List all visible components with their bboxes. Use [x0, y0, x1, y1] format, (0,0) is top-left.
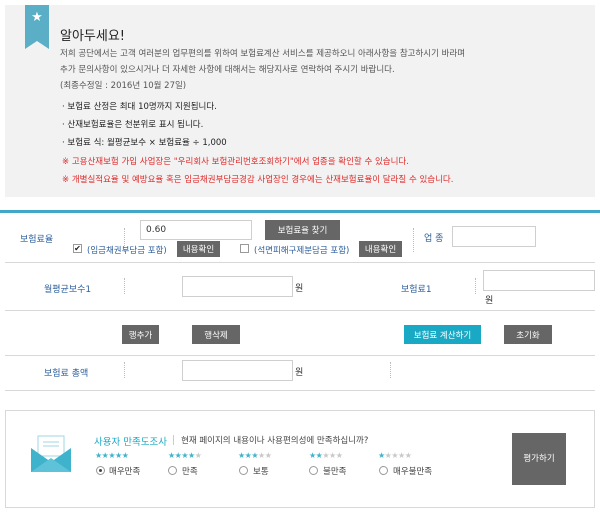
satisfaction-survey: 사용자 만족도조사 현재 페이지의 내용이나 사용편의성에 만족하십니까? ★★… [5, 410, 595, 508]
find-rate-button[interactable]: 보험료율 찾기 [265, 220, 340, 240]
monthly-pay-unit: 원 [295, 284, 304, 294]
stars-very-dissatisfied: ★★★★★ [378, 451, 412, 460]
stars-satisfied: ★★★★★ [168, 451, 202, 460]
rate-label: 보험료율 [20, 235, 54, 245]
divider [173, 435, 174, 445]
notice-paragraph-2: 추가 문의사항이 있으시거나 더 자세한 사항에 대해서는 해당지사로 연락하여… [60, 65, 395, 75]
submit-rating-button[interactable]: 평가하기 [512, 433, 566, 485]
notice-warning-1: ※ 고용산재보험 가입 사업장은 "우리회사 보험관리번호조회하기"에서 업종을… [62, 157, 409, 167]
stars-very-satisfied: ★★★★★ [95, 451, 129, 460]
monthly-pay-input[interactable] [182, 276, 293, 297]
radio-very-satisfied[interactable] [96, 466, 105, 475]
notice-bullet-3: · 보험료 식: 월평균보수 × 보험료율 ÷ 1,000 [62, 138, 227, 148]
radio-label-neutral: 보통 [253, 467, 269, 477]
industry-label: 업 종 [424, 234, 444, 244]
envelope-icon [31, 435, 71, 472]
row-divider [5, 355, 595, 356]
delete-row-button[interactable]: 행삭제 [192, 325, 240, 344]
bookmark-badge: ★ [25, 5, 49, 49]
total-premium-label: 보험료 총액 [44, 369, 89, 379]
radio-label-very-dissatisfied: 매우불만족 [393, 467, 433, 477]
radio-label-very-satisfied: 매우만족 [109, 467, 141, 477]
premium-input[interactable] [483, 270, 595, 291]
reset-button[interactable]: 초기화 [504, 325, 552, 344]
row-divider [5, 390, 595, 391]
star-icon: ★ [31, 10, 43, 25]
row-divider [5, 310, 595, 311]
total-premium-unit: 원 [295, 368, 304, 378]
premium-unit: 원 [485, 296, 494, 306]
notice-bullet-1: · 보험료 산정은 최대 10명까지 지원됩니다. [62, 102, 217, 112]
radio-satisfied[interactable] [168, 466, 177, 475]
stars-neutral: ★★★★★ [238, 451, 272, 460]
asbestos-checkbox[interactable] [240, 244, 249, 253]
divider [390, 362, 391, 378]
wage-claim-label: (임금채권부담금 포함) [87, 246, 167, 256]
wage-claim-checkbox[interactable]: ✔ [73, 244, 82, 253]
radio-neutral[interactable] [239, 466, 248, 475]
radio-label-dissatisfied: 불만족 [323, 467, 347, 477]
asbestos-label: (석면피해구제분담금 포함) [254, 246, 350, 256]
form-top-border [0, 210, 600, 213]
stars-dissatisfied: ★★★★★ [309, 451, 343, 460]
radio-dissatisfied[interactable] [309, 466, 318, 475]
wage-claim-confirm-button[interactable]: 내용확인 [177, 241, 220, 257]
monthly-pay-label: 월평균보수1 [44, 285, 92, 295]
notice-warning-2: ※ 개별실적요율 및 예방요율 혹은 임금채권부담금경감 사업장인 경우에는 산… [62, 175, 454, 185]
notice-bullet-2: · 산재보험료율은 천분위로 표시 됩니다. [62, 120, 204, 130]
rate-input[interactable] [140, 220, 252, 240]
calculate-button[interactable]: 보험료 계산하기 [404, 325, 481, 344]
notice-box: ★ 알아두세요! 저희 공단에서는 고객 여러분의 업무편의를 위하여 보험료계… [5, 5, 595, 197]
divider [475, 278, 476, 294]
divider [413, 228, 414, 252]
divider [124, 278, 125, 294]
survey-question: 현재 페이지의 내용이나 사용편의성에 만족하십니까? [181, 436, 369, 446]
radio-very-dissatisfied[interactable] [379, 466, 388, 475]
asbestos-confirm-button[interactable]: 내용확인 [359, 241, 402, 257]
industry-input[interactable] [452, 226, 536, 247]
radio-label-satisfied: 만족 [182, 467, 198, 477]
survey-title: 사용자 만족도조사 [94, 437, 167, 448]
row-divider [5, 262, 595, 263]
notice-paragraph-1: 저희 공단에서는 고객 여러분의 업무편의를 위하여 보험료계산 서비스를 제공… [60, 49, 466, 59]
premium-label: 보험료1 [401, 285, 432, 295]
notice-title: 알아두세요! [60, 29, 126, 44]
divider [124, 362, 125, 378]
total-premium-input[interactable] [182, 360, 293, 381]
notice-updated-date: (최종수정일 : 2016년 10월 27일) [60, 81, 187, 91]
add-row-button[interactable]: 행추가 [122, 325, 159, 344]
